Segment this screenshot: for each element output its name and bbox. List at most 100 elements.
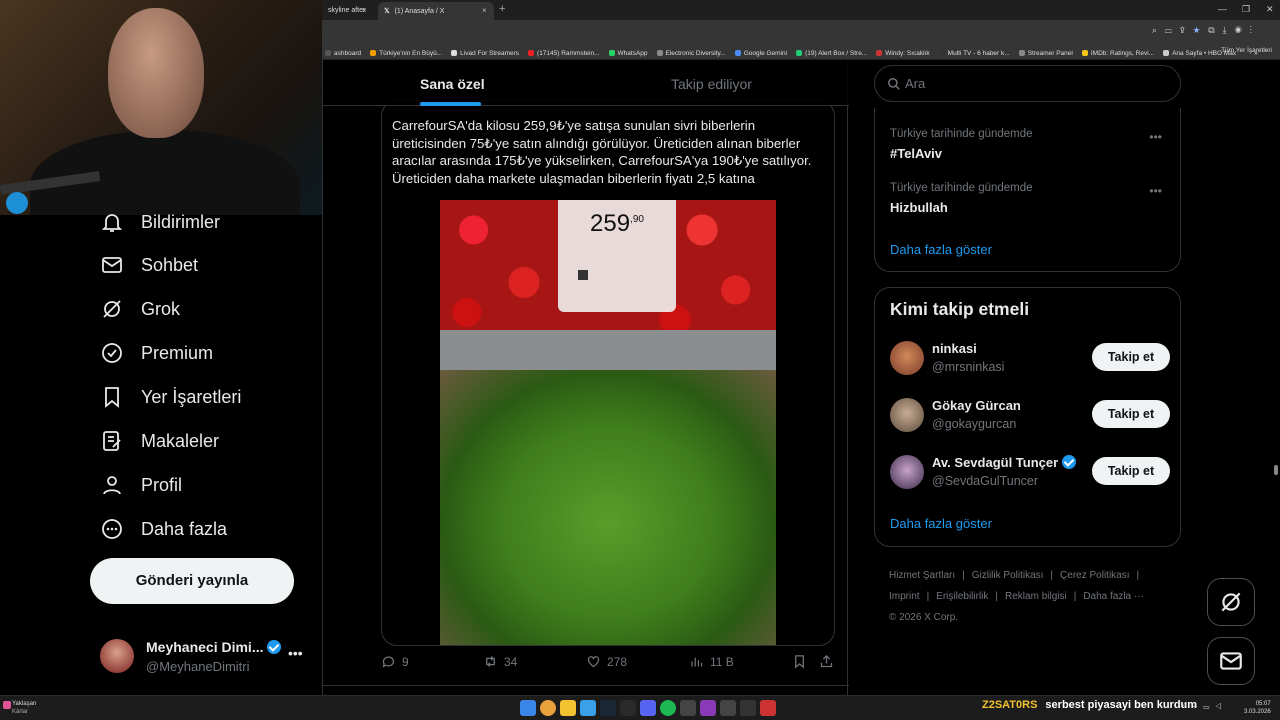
close-window-icon[interactable]: ✕ [1266,4,1274,15]
address-bar[interactable]: ⌕▭⇪★⧉⤓◉⋮ [322,20,1280,42]
bookmark-item[interactable]: Livad For Streamers [451,50,519,57]
bookmark-item[interactable]: ashboard [325,50,361,57]
reply-button[interactable]: 9 [381,654,409,669]
bookmark-label: (17145) Rammstein... [537,50,600,57]
footer-link[interactable]: Reklam bilgisi [1005,591,1067,602]
browser-tab[interactable]: skyline after × [322,2,374,20]
follow-suggestion[interactable]: Av. Sevdagül Tunçer @SevdaGulTuncer Taki… [890,455,1170,495]
tab-for-you[interactable]: Sana özel [420,76,485,92]
views-button[interactable]: 11 B [689,654,734,669]
folder-icon[interactable] [560,700,576,716]
bookmark-item[interactable]: (17145) Rammstein... [528,50,600,57]
footer-more-link[interactable]: Daha fazla ··· [1083,591,1144,602]
app-icon[interactable] [720,700,736,716]
steam-icon[interactable] [600,700,616,716]
app-icon[interactable] [680,700,696,716]
bookmark-icon [795,655,804,669]
new-tab-button[interactable]: + [499,3,505,15]
bookmark-favicon-icon [528,50,535,56]
more-icon[interactable]: ••• [288,645,303,661]
footer-link[interactable]: Çerez Politikası [1060,570,1129,581]
bookmark-item[interactable]: WhatsApp [608,50,648,57]
repost-button[interactable]: 34 [483,654,517,669]
start-icon[interactable] [520,700,536,716]
follow-suggestion[interactable]: ninkasi @mrsninkasi Takip et [890,341,1170,381]
follow-suggestion[interactable]: Gökay Gürcan @gokaygurcan Takip et [890,398,1170,438]
chevron-up-icon[interactable]: ^ [1183,702,1193,711]
price-value: 259,90 [590,210,644,238]
bookmark-item[interactable]: Multi TV - 6 haber k... [938,50,1010,57]
post-image[interactable]: 259,90 [440,200,776,645]
nav-item-chat[interactable]: Sohbet [100,250,198,280]
trend-name[interactable]: #TelAviv [890,146,942,161]
account-switcher[interactable]: Meyhaneci Dimi... @MeyhaneDimitri ••• [100,635,312,685]
bookmark-label: Electronic Diversity... [665,50,726,57]
bookmark-item[interactable]: Streamer Panel [1018,50,1073,57]
app-icon[interactable] [740,700,756,716]
grok-button[interactable] [1207,578,1255,626]
all-bookmarks-link[interactable]: Tüm Yer İşaretleri [1221,47,1272,54]
system-tray[interactable]: ^⌖▭◁ [1183,702,1228,712]
cast-icon[interactable]: ▭ [1165,25,1180,35]
maximize-icon[interactable]: ❐ [1242,4,1250,15]
trend-name[interactable]: Hizbullah [890,200,948,215]
share-icon[interactable]: ⇪ [1180,25,1193,35]
nav-item-grok[interactable]: Grok [100,294,180,324]
follow-button[interactable]: Takip et [1092,343,1170,371]
minimize-icon[interactable]: — [1218,4,1227,14]
chrome-icon[interactable] [540,700,556,716]
nav-item-more[interactable]: Daha fazla [100,514,227,544]
search-input[interactable]: Ara [874,65,1181,102]
bookmark-item[interactable]: (19) Alert Box / Stre... [796,50,867,57]
quoted-post[interactable]: CarrefourSA'da kilosu 259,9₺'ye satışa s… [381,100,835,646]
app-icon[interactable] [620,700,636,716]
price-main: 259 [590,210,631,237]
footer-link[interactable]: Gizlilik Politikası [972,570,1044,581]
bookmark-button[interactable] [792,654,813,669]
browser-tab-active[interactable]: 𝕏 (1) Anasayfa / X × [378,2,494,20]
nav-item-profile[interactable]: Profil [100,470,182,500]
weather-widget[interactable]: Yaklaşan Kârlar [12,700,36,716]
follow-button[interactable]: Takip et [1092,457,1170,485]
bookmark-favicon-icon [876,50,883,56]
menu-icon[interactable]: ⋮ [1250,25,1260,35]
nav-item-bookmarks[interactable]: Yer İşaretleri [100,382,241,412]
tab-following[interactable]: Takip ediliyor [671,76,752,92]
show-more-link[interactable]: Daha fazla göster [890,516,992,531]
more-icon[interactable]: ••• [1149,130,1162,144]
nav-item-articles[interactable]: Makaleler [100,426,219,456]
close-icon[interactable]: × [482,6,487,15]
bookmark-item[interactable]: IMDb: Ratings, Revi... [1081,50,1154,57]
scrollbar-thumb[interactable] [1274,465,1278,475]
app-icon[interactable] [760,700,776,716]
nav-item-premium[interactable]: Premium [100,338,213,368]
more-icon[interactable]: ••• [1149,184,1162,198]
share-button[interactable] [819,654,840,669]
bookmark-item[interactable]: Türkiye'nin En Büyü... [370,50,442,57]
bookmark-item[interactable]: Electronic Diversity... [656,50,726,57]
follow-button[interactable]: Takip et [1092,400,1170,428]
footer-link[interactable]: Hizmet Şartları [889,570,955,581]
scrollbar[interactable] [1272,60,1280,695]
messages-button[interactable] [1207,637,1255,685]
bookmark-item[interactable]: Google Gemini [734,50,788,57]
extensions-icon[interactable]: ⧉ [1208,25,1222,35]
bookmark-item[interactable]: Windy: Sıcaklık [876,50,930,57]
bookmark-label: Google Gemini [743,50,788,57]
spotify-icon[interactable] [660,700,676,716]
app-icon[interactable] [700,700,716,716]
footer-link[interactable]: Imprint [889,591,920,602]
footer-link[interactable]: Erişilebilirlik [936,591,988,602]
close-icon[interactable]: × [362,6,367,15]
discord-icon[interactable] [640,700,656,716]
star-icon[interactable]: ★ [1193,25,1208,35]
clock[interactable]: 05:07 3.03.2026 [1244,700,1271,716]
show-more-link[interactable]: Daha fazla göster [890,242,992,257]
download-icon[interactable]: ⤓ [1223,25,1235,35]
profile-icon[interactable]: ◉ [1235,25,1250,35]
nav-item-notifications[interactable]: Bildirimler [100,207,220,237]
zoom-icon[interactable]: ⌕ [1152,25,1165,35]
like-button[interactable]: 278 [586,654,627,669]
post-button[interactable]: Gönderi yayınla [90,558,294,604]
app-icon[interactable] [580,700,596,716]
